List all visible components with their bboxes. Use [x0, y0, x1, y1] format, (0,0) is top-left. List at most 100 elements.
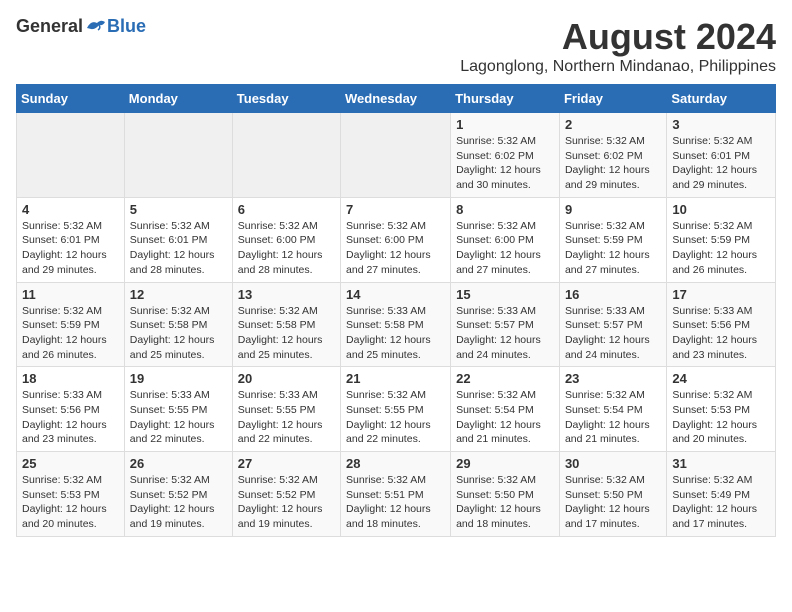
day-number: 11 — [22, 287, 119, 302]
logo-general-text: General — [16, 16, 83, 37]
day-number: 24 — [672, 371, 770, 386]
day-info: Sunrise: 5:33 AM Sunset: 5:58 PM Dayligh… — [346, 304, 445, 363]
day-info: Sunrise: 5:33 AM Sunset: 5:56 PM Dayligh… — [672, 304, 770, 363]
day-number: 12 — [130, 287, 227, 302]
day-number: 23 — [565, 371, 661, 386]
day-number: 17 — [672, 287, 770, 302]
calendar-day-cell: 17 Sunrise: 5:33 AM Sunset: 5:56 PM Dayli… — [667, 282, 776, 367]
calendar-day-cell: 8Sunrise: 5:32 AM Sunset: 6:00 PM Daylig… — [451, 197, 560, 282]
day-info: Sunrise: 5:32 AM Sunset: 5:54 PM Dayligh… — [565, 388, 661, 447]
day-info: Sunrise: 5:32 AM Sunset: 5:50 PM Dayligh… — [456, 473, 554, 532]
day-info: Sunrise: 5:32 AM Sunset: 5:53 PM Dayligh… — [672, 388, 770, 447]
calendar-day-cell: 6Sunrise: 5:32 AM Sunset: 6:00 PM Daylig… — [232, 197, 340, 282]
calendar-day-cell: 3Sunrise: 5:32 AM Sunset: 6:01 PM Daylig… — [667, 113, 776, 198]
calendar-day-cell: 22 Sunrise: 5:32 AM Sunset: 5:54 PM Dayli… — [451, 367, 560, 452]
calendar-day-cell: 28 Sunrise: 5:32 AM Sunset: 5:51 PM Dayli… — [341, 452, 451, 537]
calendar-day-cell: 15Sunrise: 5:33 AM Sunset: 5:57 PM Dayli… — [451, 282, 560, 367]
day-info: Sunrise: 5:32 AM Sunset: 5:49 PM Dayligh… — [672, 473, 770, 532]
day-info: Sunrise: 5:32 AM Sunset: 6:00 PM Dayligh… — [346, 219, 445, 278]
calendar-day-cell — [341, 113, 451, 198]
calendar-week-row: 25 Sunrise: 5:32 AM Sunset: 5:53 PM Dayli… — [17, 452, 776, 537]
calendar-day-cell: 31 Sunrise: 5:32 AM Sunset: 5:49 PM Dayli… — [667, 452, 776, 537]
calendar-day-header: Thursday — [451, 85, 560, 113]
calendar-day-cell: 25 Sunrise: 5:32 AM Sunset: 5:53 PM Dayli… — [17, 452, 125, 537]
day-info: Sunrise: 5:33 AM Sunset: 5:57 PM Dayligh… — [565, 304, 661, 363]
calendar-table: SundayMondayTuesdayWednesdayThursdayFrid… — [16, 84, 776, 537]
day-info: Sunrise: 5:32 AM Sunset: 5:51 PM Dayligh… — [346, 473, 445, 532]
calendar-day-cell: 30 Sunrise: 5:32 AM Sunset: 5:50 PM Dayli… — [559, 452, 666, 537]
day-number: 20 — [238, 371, 335, 386]
calendar-day-cell: 24 Sunrise: 5:32 AM Sunset: 5:53 PM Dayli… — [667, 367, 776, 452]
day-number: 7 — [346, 202, 445, 217]
day-info: Sunrise: 5:32 AM Sunset: 6:00 PM Dayligh… — [238, 219, 335, 278]
day-number: 16 — [565, 287, 661, 302]
day-number: 30 — [565, 456, 661, 471]
day-number: 28 — [346, 456, 445, 471]
day-number: 22 — [456, 371, 554, 386]
day-info: Sunrise: 5:32 AM Sunset: 5:54 PM Dayligh… — [456, 388, 554, 447]
day-info: Sunrise: 5:33 AM Sunset: 5:55 PM Dayligh… — [130, 388, 227, 447]
calendar-day-cell: 7 Sunrise: 5:32 AM Sunset: 6:00 PM Daylig… — [341, 197, 451, 282]
day-info: Sunrise: 5:32 AM Sunset: 5:58 PM Dayligh… — [130, 304, 227, 363]
day-number: 1 — [456, 117, 554, 132]
calendar-day-cell: 2Sunrise: 5:32 AM Sunset: 6:02 PM Daylig… — [559, 113, 666, 198]
calendar-day-header: Friday — [559, 85, 666, 113]
day-info: Sunrise: 5:32 AM Sunset: 6:02 PM Dayligh… — [456, 134, 554, 193]
day-number: 13 — [238, 287, 335, 302]
day-number: 14 — [346, 287, 445, 302]
day-info: Sunrise: 5:32 AM Sunset: 5:59 PM Dayligh… — [22, 304, 119, 363]
day-info: Sunrise: 5:32 AM Sunset: 5:50 PM Dayligh… — [565, 473, 661, 532]
day-info: Sunrise: 5:32 AM Sunset: 6:00 PM Dayligh… — [456, 219, 554, 278]
calendar-day-cell: 4Sunrise: 5:32 AM Sunset: 6:01 PM Daylig… — [17, 197, 125, 282]
calendar-day-header: Saturday — [667, 85, 776, 113]
calendar-day-cell — [232, 113, 340, 198]
day-number: 5 — [130, 202, 227, 217]
calendar-day-cell: 14 Sunrise: 5:33 AM Sunset: 5:58 PM Dayli… — [341, 282, 451, 367]
calendar-day-cell: 20 Sunrise: 5:33 AM Sunset: 5:55 PM Dayli… — [232, 367, 340, 452]
calendar-week-row: 11 Sunrise: 5:32 AM Sunset: 5:59 PM Dayli… — [17, 282, 776, 367]
calendar-day-header: Wednesday — [341, 85, 451, 113]
calendar-day-cell: 29Sunrise: 5:32 AM Sunset: 5:50 PM Dayli… — [451, 452, 560, 537]
day-number: 10 — [672, 202, 770, 217]
day-info: Sunrise: 5:33 AM Sunset: 5:57 PM Dayligh… — [456, 304, 554, 363]
day-info: Sunrise: 5:32 AM Sunset: 5:55 PM Dayligh… — [346, 388, 445, 447]
day-info: Sunrise: 5:32 AM Sunset: 5:59 PM Dayligh… — [672, 219, 770, 278]
calendar-week-row: 1 Sunrise: 5:32 AM Sunset: 6:02 PM Daylig… — [17, 113, 776, 198]
calendar-day-cell: 26Sunrise: 5:32 AM Sunset: 5:52 PM Dayli… — [124, 452, 232, 537]
calendar-day-cell: 13Sunrise: 5:32 AM Sunset: 5:58 PM Dayli… — [232, 282, 340, 367]
day-number: 3 — [672, 117, 770, 132]
calendar-day-cell: 12 Sunrise: 5:32 AM Sunset: 5:58 PM Dayli… — [124, 282, 232, 367]
calendar-week-row: 18Sunrise: 5:33 AM Sunset: 5:56 PM Dayli… — [17, 367, 776, 452]
day-number: 19 — [130, 371, 227, 386]
day-number: 25 — [22, 456, 119, 471]
day-info: Sunrise: 5:32 AM Sunset: 6:01 PM Dayligh… — [130, 219, 227, 278]
calendar-day-cell: 19 Sunrise: 5:33 AM Sunset: 5:55 PM Dayli… — [124, 367, 232, 452]
logo: General Blue — [16, 16, 146, 37]
calendar-header-row: SundayMondayTuesdayWednesdayThursdayFrid… — [17, 85, 776, 113]
calendar-day-cell: 23 Sunrise: 5:32 AM Sunset: 5:54 PM Dayli… — [559, 367, 666, 452]
calendar-day-cell: 27 Sunrise: 5:32 AM Sunset: 5:52 PM Dayli… — [232, 452, 340, 537]
calendar-week-row: 4Sunrise: 5:32 AM Sunset: 6:01 PM Daylig… — [17, 197, 776, 282]
calendar-day-cell: 11 Sunrise: 5:32 AM Sunset: 5:59 PM Dayli… — [17, 282, 125, 367]
day-number: 2 — [565, 117, 661, 132]
logo-blue-text: Blue — [107, 16, 146, 37]
day-number: 31 — [672, 456, 770, 471]
calendar-day-cell: 10 Sunrise: 5:32 AM Sunset: 5:59 PM Dayli… — [667, 197, 776, 282]
calendar-day-cell: 5 Sunrise: 5:32 AM Sunset: 6:01 PM Daylig… — [124, 197, 232, 282]
calendar-day-header: Tuesday — [232, 85, 340, 113]
day-number: 27 — [238, 456, 335, 471]
main-title: August 2024 — [460, 16, 776, 58]
day-info: Sunrise: 5:32 AM Sunset: 5:52 PM Dayligh… — [238, 473, 335, 532]
calendar-day-cell: 16 Sunrise: 5:33 AM Sunset: 5:57 PM Dayli… — [559, 282, 666, 367]
calendar-day-cell — [124, 113, 232, 198]
calendar-day-cell: 18Sunrise: 5:33 AM Sunset: 5:56 PM Dayli… — [17, 367, 125, 452]
day-number: 26 — [130, 456, 227, 471]
day-number: 18 — [22, 371, 119, 386]
calendar-day-cell: 21 Sunrise: 5:32 AM Sunset: 5:55 PM Dayli… — [341, 367, 451, 452]
day-info: Sunrise: 5:33 AM Sunset: 5:55 PM Dayligh… — [238, 388, 335, 447]
calendar-day-header: Monday — [124, 85, 232, 113]
page-header: General Blue August 2024 Lagonglong, Nor… — [16, 16, 776, 76]
day-info: Sunrise: 5:32 AM Sunset: 5:53 PM Dayligh… — [22, 473, 119, 532]
day-info: Sunrise: 5:32 AM Sunset: 6:01 PM Dayligh… — [22, 219, 119, 278]
day-number: 21 — [346, 371, 445, 386]
